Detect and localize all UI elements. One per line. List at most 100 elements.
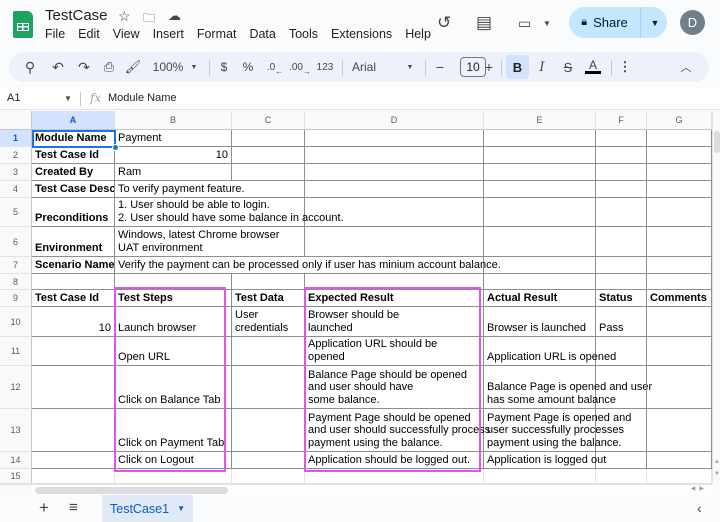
cell-g11[interactable] (647, 337, 712, 366)
cell-a14[interactable] (32, 452, 115, 469)
row-header-7[interactable]: 7 (0, 257, 32, 274)
cell-a3[interactable]: Created By (32, 164, 115, 181)
cell-g12[interactable] (647, 366, 712, 409)
meet-dropdown-icon[interactable]: ▼ (543, 19, 551, 28)
cell-c15[interactable] (232, 469, 305, 484)
increase-decimal-button[interactable]: .00 → (289, 52, 311, 82)
scroll-up-icon[interactable]: ▲ (714, 459, 720, 465)
cell-f12[interactable] (596, 366, 647, 409)
cell-b2[interactable]: 10 (115, 147, 232, 164)
row-header-3[interactable]: 3 (0, 164, 32, 181)
cell-a10[interactable]: 10 (32, 307, 115, 337)
percent-format-button[interactable]: % (241, 52, 255, 82)
row-header-10[interactable]: 10 (0, 307, 32, 337)
cell-e8[interactable] (484, 274, 596, 290)
collapse-toolbar-icon[interactable]: ︿ (679, 52, 693, 82)
cell-d2[interactable] (305, 147, 484, 164)
cell-f14[interactable] (596, 452, 647, 469)
cell-d12[interactable]: Balance Page should be opened and user s… (305, 366, 484, 409)
row-header-2[interactable]: 2 (0, 147, 32, 164)
cell-c1[interactable] (232, 130, 305, 147)
cell-d1[interactable] (305, 130, 484, 147)
cell-d5[interactable] (305, 198, 484, 227)
cell-a5[interactable]: Preconditions (32, 198, 115, 227)
row-header-15[interactable]: 15 (0, 469, 32, 484)
menu-view[interactable]: View (113, 27, 140, 41)
cell-e13[interactable]: Payment Page is opened and user successf… (484, 409, 631, 452)
zoom-select[interactable]: 100% (150, 52, 186, 82)
menu-format[interactable]: Format (197, 27, 237, 41)
comments-icon[interactable]: ▤ (476, 13, 492, 33)
cell-a2[interactable]: Test Case Id (32, 147, 115, 164)
menu-file[interactable]: File (45, 27, 65, 41)
font-select[interactable]: Arial (352, 52, 384, 82)
text-color-button[interactable]: A (585, 52, 601, 82)
side-panel-toggle-icon[interactable]: ‹ (697, 500, 702, 516)
document-title[interactable]: TestCase (45, 7, 108, 24)
scroll-left-right-icons[interactable]: ◀▶ (691, 485, 708, 492)
cell-d8[interactable] (305, 274, 484, 290)
cell-d4[interactable] (305, 181, 484, 198)
cell-b15[interactable] (115, 469, 232, 484)
column-header-c[interactable]: C (232, 111, 305, 130)
column-header-g[interactable]: G (647, 111, 712, 130)
name-box-dropdown-icon[interactable]: ▼ (64, 94, 72, 103)
decrease-font-size-button[interactable]: − (433, 52, 447, 82)
cell-c2[interactable] (232, 147, 305, 164)
sheet-tab-testcase1[interactable]: TestCase1 ▼ (102, 495, 193, 522)
cell-d11[interactable]: Application URL should be opened (305, 337, 484, 366)
menu-extensions[interactable]: Extensions (331, 27, 392, 41)
cell-f5[interactable] (596, 198, 647, 227)
horizontal-scroll-thumb[interactable] (35, 487, 228, 494)
cell-b12[interactable]: Click on Balance Tab (115, 366, 232, 409)
cell-f8[interactable] (596, 274, 647, 290)
cell-b11[interactable]: Open URL (115, 337, 232, 366)
cell-g2[interactable] (647, 147, 712, 164)
cell-b5[interactable]: 1. User should be able to login. 2. User… (115, 198, 344, 227)
version-history-icon[interactable]: ↺ (437, 13, 451, 33)
cell-b8[interactable] (115, 274, 232, 290)
italic-button[interactable]: I (534, 52, 550, 82)
row-header-5[interactable]: 5 (0, 198, 32, 227)
row-header-8[interactable]: 8 (0, 274, 32, 290)
cell-c8[interactable] (232, 274, 305, 290)
cell-g9[interactable]: Comments (647, 290, 712, 307)
horizontal-scrollbar[interactable]: ◀▶ (32, 484, 712, 495)
cell-g6[interactable] (647, 227, 712, 257)
search-menus-icon[interactable]: ⚲ (21, 52, 39, 82)
cell-d9[interactable]: Expected Result (305, 290, 484, 307)
cell-g5[interactable] (647, 198, 712, 227)
decrease-decimal-button[interactable]: .0 ← (266, 52, 284, 82)
cell-e2[interactable] (484, 147, 596, 164)
cloud-saved-icon[interactable]: ☁ (168, 8, 181, 24)
cell-b7[interactable]: Verify the payment can be processed only… (115, 257, 501, 274)
cell-f6[interactable] (596, 227, 647, 257)
cell-c14[interactable] (232, 452, 305, 469)
cell-d6[interactable] (305, 227, 484, 257)
cell-a9[interactable]: Test Case Id (32, 290, 115, 307)
cell-f2[interactable] (596, 147, 647, 164)
cell-b10[interactable]: Launch browser (115, 307, 232, 337)
paint-format-icon[interactable]: 🖌︎ (124, 52, 142, 82)
cell-g3[interactable] (647, 164, 712, 181)
cell-g7[interactable] (647, 257, 712, 274)
row-header-4[interactable]: 4 (0, 181, 32, 198)
row-header-13[interactable]: 13 (0, 409, 32, 452)
select-all-corner[interactable] (0, 111, 32, 130)
cell-c3[interactable] (232, 164, 305, 181)
row-header-11[interactable]: 11 (0, 337, 32, 366)
avatar[interactable]: D (680, 10, 705, 35)
menu-data[interactable]: Data (249, 27, 275, 41)
cell-g13[interactable] (647, 409, 712, 452)
cell-f13[interactable] (596, 409, 647, 452)
cell-a1[interactable]: Module Name (32, 130, 115, 147)
redo-icon[interactable]: ↷ (75, 52, 93, 82)
cell-d14[interactable]: Application should be logged out. (305, 452, 484, 469)
more-formats-button[interactable]: 123 (316, 52, 334, 82)
cell-b1[interactable]: Payment (115, 130, 232, 147)
cell-d10[interactable]: Browser should be launched (305, 307, 484, 337)
cell-c13[interactable] (232, 409, 305, 452)
more-options-icon[interactable]: ⋮ (619, 52, 632, 82)
cell-f9[interactable]: Status (596, 290, 647, 307)
menu-help[interactable]: Help (405, 27, 431, 41)
